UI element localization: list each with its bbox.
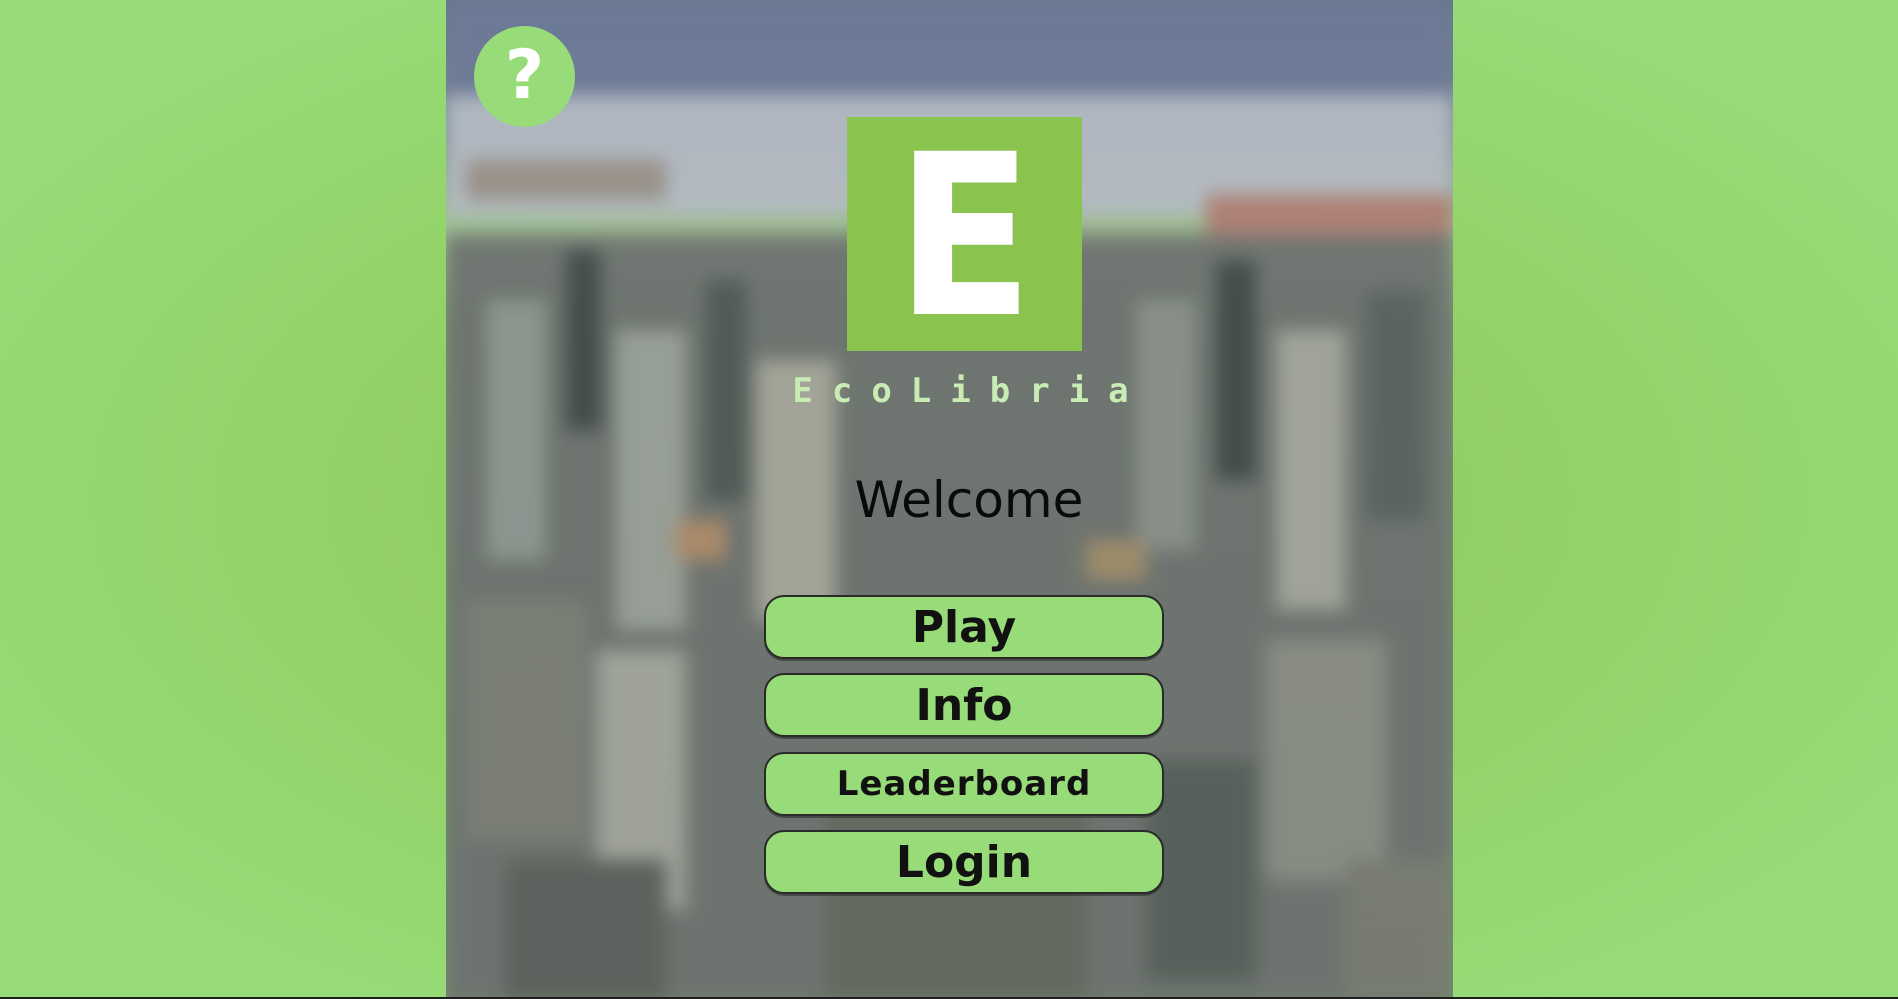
leaderboard-button[interactable]: Leaderboard [764,752,1164,816]
logo-letter: E [895,106,1034,367]
logo: E [847,117,1082,351]
welcome-text: Welcome [854,471,1084,529]
question-mark-icon: ? [504,35,545,115]
app-background: ? E EcoLibria Welcome Play Info Leaderbo… [0,0,1898,999]
help-button[interactable]: ? [474,26,575,127]
play-button[interactable]: Play [764,595,1164,659]
info-button[interactable]: Info [764,673,1164,737]
login-button[interactable]: Login [764,830,1164,894]
brand-name: EcoLibria [792,371,1148,411]
